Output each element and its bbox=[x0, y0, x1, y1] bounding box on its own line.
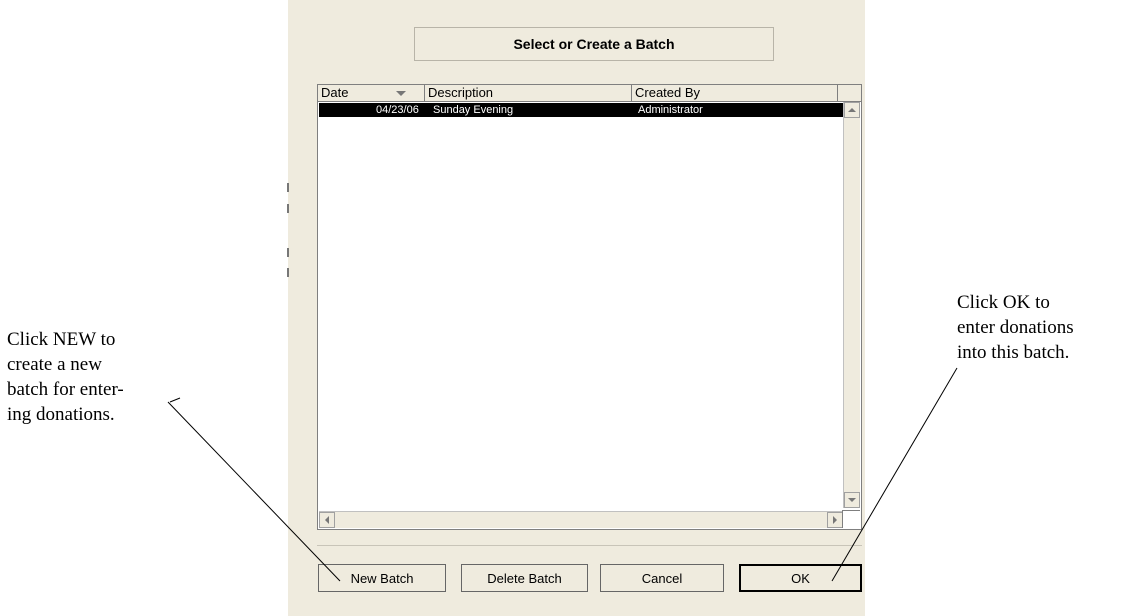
scroll-right-icon bbox=[833, 516, 837, 524]
callout-new-batch: Click NEW to create a new batch for ente… bbox=[7, 329, 124, 425]
sort-descending-icon bbox=[396, 91, 406, 96]
vertical-scrollbar[interactable] bbox=[843, 102, 860, 508]
cancel-button[interactable]: Cancel bbox=[600, 564, 724, 592]
dialog-title: Select or Create a Batch bbox=[414, 27, 774, 61]
table-row[interactable]: 04/23/06 Sunday Evening Administrator bbox=[319, 103, 843, 117]
column-header-description[interactable]: Description bbox=[425, 85, 632, 101]
scrollbar-corner bbox=[842, 510, 860, 528]
leader-line-new-hook bbox=[169, 397, 181, 403]
scroll-up-icon bbox=[848, 108, 856, 112]
column-header-date[interactable]: Date bbox=[318, 85, 425, 101]
list-header: Date Description Created By bbox=[318, 85, 861, 102]
edge-mark bbox=[287, 204, 289, 213]
column-header-label: Created By bbox=[635, 85, 701, 100]
edge-mark bbox=[287, 183, 289, 192]
delete-batch-button[interactable]: Delete Batch bbox=[461, 564, 588, 592]
edge-mark bbox=[287, 268, 289, 277]
scroll-left-button[interactable] bbox=[319, 512, 335, 528]
column-header-created-by[interactable]: Created By bbox=[632, 85, 838, 101]
row-created-by: Administrator bbox=[638, 104, 703, 116]
batch-list[interactable]: Date Description Created By 04/23/06 Sun… bbox=[317, 84, 862, 530]
scroll-up-button[interactable] bbox=[844, 102, 860, 118]
column-header-filler bbox=[838, 85, 861, 101]
column-header-label: Description bbox=[428, 85, 494, 100]
column-header-label: Date bbox=[321, 85, 349, 100]
edge-mark bbox=[287, 248, 289, 257]
callout-ok: Click OK to enter donations into this ba… bbox=[957, 292, 1074, 363]
scroll-right-button[interactable] bbox=[827, 512, 843, 528]
scroll-down-button[interactable] bbox=[844, 492, 860, 508]
scroll-down-icon bbox=[848, 498, 856, 502]
new-batch-button[interactable]: New Batch bbox=[318, 564, 446, 592]
ok-button[interactable]: OK bbox=[739, 564, 862, 592]
horizontal-scrollbar[interactable] bbox=[319, 511, 843, 528]
scroll-left-icon bbox=[325, 516, 329, 524]
row-date: 04/23/06 bbox=[376, 104, 419, 116]
row-description: Sunday Evening bbox=[433, 104, 514, 116]
divider bbox=[317, 545, 862, 546]
